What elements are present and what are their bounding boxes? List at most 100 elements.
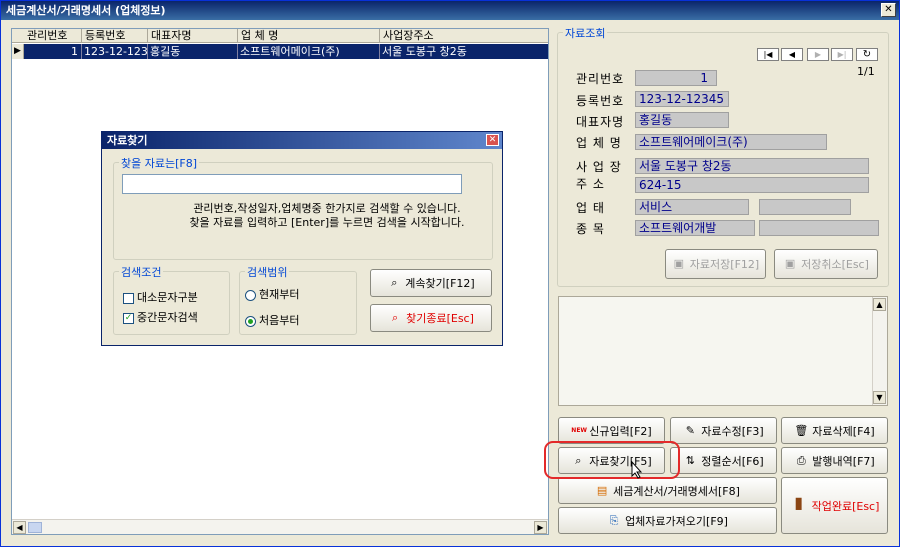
field-mgmt-no[interactable]: 1 [635, 70, 717, 86]
find-group-label: 찾을 자료는[F8] [119, 155, 200, 171]
window-close-button[interactable]: ✕ [881, 3, 896, 17]
save-button[interactable]: ▣ 자료저장[F12] [665, 249, 766, 279]
col-header-company[interactable]: 업 체 명 [238, 29, 380, 43]
nav-next-button[interactable]: ▶ [807, 48, 829, 61]
grid-header: 관리번호 등록번호 대표자명 업 체 명 사업장주소 [12, 29, 548, 43]
memo-vscrollbar[interactable]: ▲ ▼ [872, 297, 887, 405]
dialog-title: 자료찾기 [107, 134, 148, 147]
label-address-2: 주 소 [576, 177, 605, 191]
new-entry-button[interactable]: NEW 신규입력[F2] [558, 417, 665, 444]
floppy-cancel-icon: ▣ [784, 257, 796, 270]
invoice-button[interactable]: ▤ 세금계산서/거래명세서[F8] [558, 477, 777, 504]
cancel-save-button[interactable]: ▣ 저장취소[Esc] [774, 249, 878, 279]
cell-address: 서울 도봉구 창2동 [380, 44, 548, 59]
col-header-mgmt-no[interactable]: 관리번호 [24, 29, 82, 43]
field-address-1[interactable]: 서울 도봉구 창2동 [635, 158, 869, 174]
radio-icon[interactable] [245, 289, 256, 301]
lookup-group-label: 자료조회 [563, 25, 608, 41]
cell-reg-no: 123-12-12345 [82, 44, 148, 59]
new-entry-label: 신규입력[F2] [589, 424, 652, 438]
from-current-radio[interactable]: 현재부터 [245, 286, 299, 302]
table-row[interactable]: 1 123-12-12345 홍길동 소프트웨어메이크(주) 서울 도봉구 창2… [12, 44, 548, 59]
from-first-label: 처음부터 [259, 314, 300, 327]
condition-group-label: 검색조건 [119, 264, 164, 280]
edit-label: 자료수정[F3] [701, 424, 764, 438]
case-sensitive-label: 대소문자구분 [137, 291, 198, 304]
history-label: 발행내역[F7] [812, 454, 875, 468]
door-exit-icon: ▮ [794, 492, 803, 512]
label-biz-item: 종 목 [576, 222, 605, 236]
middle-match-checkbox[interactable]: ✓ 중간문자검색 [123, 309, 198, 325]
label-address-1: 사 업 장 [576, 160, 622, 174]
find-dialog: 자료찾기 ✕ 찾을 자료는[F8] 관리번호,작성일자,업체명중 한가지로 검색… [101, 131, 503, 346]
find-button-highlight [544, 441, 680, 479]
grid-hscrollbar[interactable]: ◀ ▶ [12, 519, 548, 534]
invoice-label: 세금계산서/거래명세서[F8] [613, 484, 740, 498]
field-address-2[interactable]: 624-15 [635, 177, 869, 193]
scroll-thumb[interactable] [28, 522, 42, 533]
edit-button[interactable]: ✎ 자료수정[F3] [670, 417, 777, 444]
checkbox-checked-icon[interactable]: ✓ [123, 312, 134, 324]
printer-icon: ⎙ [796, 453, 806, 467]
nav-first-button[interactable]: |◀ [757, 48, 779, 61]
history-button[interactable]: ⎙ 발행내역[F7] [781, 447, 888, 474]
label-biz-type: 업 태 [576, 201, 605, 215]
label-reg-no: 등록번호 [576, 94, 625, 108]
import-button[interactable]: ⎘ 업체자료가져오기[F9] [558, 507, 777, 534]
label-company: 업 체 명 [576, 136, 622, 150]
col-header-address[interactable]: 사업장주소 [380, 29, 548, 43]
search-stop-icon: ⌕ [392, 311, 399, 324]
search-person-icon: ⌕ [391, 276, 398, 289]
case-sensitive-checkbox[interactable]: 대소문자구분 [123, 289, 198, 305]
find-input[interactable] [122, 174, 462, 194]
col-header-reg-no[interactable]: 등록번호 [82, 29, 148, 43]
checkbox-icon[interactable] [123, 292, 134, 304]
range-group-label: 검색범위 [245, 264, 290, 280]
sort-label: 정렬순서[F6] [701, 454, 764, 468]
field-reg-no[interactable]: 123-12-12345 [635, 91, 729, 107]
floppy-icon: ▣ [673, 257, 684, 270]
refresh-icon[interactable]: ↻ [856, 48, 878, 61]
sort-button[interactable]: ⇅ 정렬순서[F6] [670, 447, 777, 474]
mouse-cursor-icon [631, 460, 643, 479]
from-first-radio[interactable]: 처음부터 [245, 312, 299, 328]
scroll-right-icon[interactable]: ▶ [534, 521, 547, 534]
new-icon: NEW [571, 426, 588, 434]
help-text-2: 찾을 자료를 입력하고 [Enter]를 누르면 검색을 시작합니다. [189, 216, 465, 229]
field-ceo[interactable]: 홍길동 [635, 112, 729, 128]
field-biz-item-2[interactable] [759, 220, 879, 236]
scroll-down-icon[interactable]: ▼ [873, 391, 886, 404]
page-indicator: 1/1 [857, 65, 875, 78]
done-button[interactable]: ▮ 작업완료[Esc] [781, 477, 888, 534]
cell-ceo: 홍길동 [148, 44, 238, 59]
dialog-close-button[interactable]: ✕ [486, 134, 499, 146]
done-label: 작업완료[Esc] [811, 499, 880, 513]
field-biz-type[interactable]: 서비스 [635, 199, 749, 215]
field-company[interactable]: 소프트웨어메이크(주) [635, 134, 827, 150]
find-close-button[interactable]: ⌕ 찾기종료[Esc] [370, 304, 492, 332]
cancel-save-button-label: 저장취소[Esc] [801, 258, 869, 271]
delete-label: 자료삭제[F4] [812, 424, 875, 438]
save-button-label: 자료저장[F12] [689, 258, 760, 271]
find-close-label: 찾기종료[Esc] [406, 312, 474, 325]
scroll-up-icon[interactable]: ▲ [873, 298, 886, 311]
invoice-icon: ▤ [596, 483, 608, 497]
nav-prev-button[interactable]: ◀ [781, 48, 803, 61]
field-biz-item[interactable]: 소프트웨어개발 [635, 220, 755, 236]
window-title: 세금계산서/거래명세서 (업체정보) [6, 4, 166, 17]
edit-icon: ✎ [685, 423, 695, 437]
cell-mgmt-no: 1 [24, 44, 82, 59]
memo-area[interactable]: ▲ ▼ [558, 296, 888, 406]
radio-selected-icon[interactable] [245, 315, 256, 327]
find-next-button[interactable]: ⌕ 계속찾기[F12] [370, 269, 492, 297]
trash-icon: 🗑 [794, 423, 809, 437]
label-mgmt-no: 관리번호 [576, 72, 625, 86]
delete-button[interactable]: 🗑 자료삭제[F4] [781, 417, 888, 444]
col-header-ceo[interactable]: 대표자명 [148, 29, 238, 43]
sort-icon: ⇅ [685, 453, 695, 467]
window-titlebar: 세금계산서/거래명세서 (업체정보) ✕ [1, 1, 899, 20]
dialog-titlebar: 자료찾기 ✕ [102, 132, 502, 149]
field-biz-type-2[interactable] [759, 199, 851, 215]
scroll-left-icon[interactable]: ◀ [13, 521, 26, 534]
nav-last-button[interactable]: ▶| [831, 48, 853, 61]
